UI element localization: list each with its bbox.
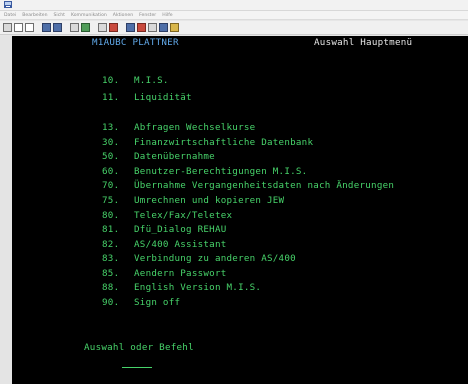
option-label: Telex/Fax/Teletex [134, 210, 233, 221]
option-number: 88. [102, 282, 120, 293]
toolbar [0, 21, 468, 35]
option-label: Liquidität [134, 92, 192, 103]
option-label: AS/400 Assistant [134, 239, 227, 250]
map-icon[interactable] [137, 23, 146, 32]
command-input-field[interactable] [122, 367, 152, 368]
command-prompt-label: Auswahl oder Befehl [84, 342, 194, 353]
keyboard-icon[interactable] [148, 23, 157, 32]
terminal-emulator-window: Datei Bearbeiten Sicht Kommunikation Akt… [0, 0, 468, 384]
menu-option-70: 70. Übernahme Vergangenheitsdaten nach Än… [102, 180, 394, 191]
option-number: 81. [102, 224, 120, 235]
menu-option-11: 11. Liquidität [102, 92, 192, 103]
option-label: Benutzer-Berechtigungen M.I.S. [134, 166, 308, 177]
session-user-id: M1AUBC PLATTNER [92, 37, 179, 48]
menu-option-10: 10. M.I.S. [102, 75, 169, 86]
option-label: Dfü_Dialog REHAU [134, 224, 227, 235]
menu-datei[interactable]: Datei [4, 13, 16, 18]
menu-kommunikation[interactable]: Kommunikation [71, 13, 107, 18]
screen-title: Auswahl Hauptmenü [314, 37, 413, 48]
paste-icon[interactable] [25, 23, 34, 32]
menu-bar: Datei Bearbeiten Sicht Kommunikation Akt… [0, 11, 468, 20]
app-icon [4, 1, 12, 8]
menu-option-80: 80. Telex/Fax/Teletex [102, 210, 232, 221]
color-icon[interactable] [159, 23, 168, 32]
option-number: 75. [102, 195, 120, 206]
menu-option-50: 50. Datenübernahme [102, 151, 215, 162]
menu-option-13: 13. Abfragen Wechselkurse [102, 122, 255, 133]
copy-icon[interactable] [14, 23, 23, 32]
receive-icon[interactable] [53, 23, 62, 32]
send-icon[interactable] [42, 23, 51, 32]
option-number: 50. [102, 151, 120, 162]
toolbar-separator [64, 23, 68, 32]
menu-option-60: 60. Benutzer-Berechtigungen M.I.S. [102, 166, 307, 177]
option-label: Sign off [134, 297, 181, 308]
toolbar-separator [92, 23, 96, 32]
menu-option-83: 83. Verbindung zu anderen AS/400 [102, 253, 296, 264]
menu-aktionen[interactable]: Aktionen [113, 13, 133, 18]
menu-option-88: 88. English Version M.I.S. [102, 282, 261, 293]
option-label: Finanzwirtschaftliche Datenbank [134, 137, 314, 148]
record-icon[interactable] [81, 23, 90, 32]
customize-icon[interactable] [170, 23, 179, 32]
menu-option-90: 90. Sign off [102, 297, 180, 308]
option-number: 90. [102, 297, 120, 308]
option-label: Abfragen Wechselkurse [134, 122, 256, 133]
toolbar-separator [120, 23, 124, 32]
option-label: Datenübernahme [134, 151, 215, 162]
menu-bearbeiten[interactable]: Bearbeiten [22, 13, 47, 18]
option-label: M.I.S. [134, 75, 169, 86]
option-label: English Version M.I.S. [134, 282, 262, 293]
menu-option-75: 75. Umrechnen und kopieren JEW [102, 195, 284, 206]
option-number: 80. [102, 210, 120, 221]
option-number: 30. [102, 137, 120, 148]
terminal-screen[interactable]: M1AUBC PLATTNER Auswahl Hauptmenü 10. M.I… [12, 36, 468, 384]
menu-fenster[interactable]: Fenster [139, 13, 156, 18]
option-number: 10. [102, 75, 120, 86]
play-icon[interactable] [109, 23, 118, 32]
menu-option-82: 82. AS/400 Assistant [102, 239, 227, 250]
option-label: Umrechnen und kopieren JEW [134, 195, 285, 206]
option-number: 70. [102, 180, 120, 191]
menu-option-85: 85. Aendern Passwort [102, 268, 227, 279]
menu-option-30: 30. Finanzwirtschaftliche Datenbank [102, 137, 313, 148]
left-margin [0, 36, 12, 384]
option-number: 85. [102, 268, 120, 279]
option-number: 60. [102, 166, 120, 177]
option-number: 82. [102, 239, 120, 250]
option-label: Verbindung zu anderen AS/400 [134, 253, 296, 264]
option-label: Übernahme Vergangenheitsdaten nach Änder… [134, 180, 395, 191]
option-label: Aendern Passwort [134, 268, 227, 279]
display-icon[interactable] [70, 23, 79, 32]
macro-icon[interactable] [126, 23, 135, 32]
title-bar [0, 0, 468, 11]
toolbar-separator [36, 23, 40, 32]
option-number: 83. [102, 253, 120, 264]
stop-icon[interactable] [98, 23, 107, 32]
print-icon[interactable] [3, 23, 12, 32]
menu-hilfe[interactable]: Hilfe [162, 13, 172, 18]
menu-sicht[interactable]: Sicht [54, 13, 65, 18]
option-number: 13. [102, 122, 120, 133]
option-number: 11. [102, 92, 120, 103]
menu-option-81: 81. Dfü_Dialog REHAU [102, 224, 227, 235]
